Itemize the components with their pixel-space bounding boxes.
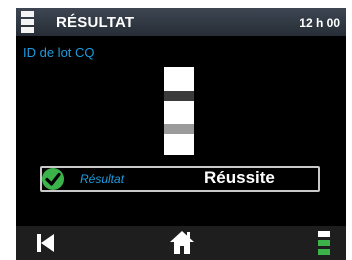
home-button[interactable] [162, 226, 202, 260]
header-bar: RÉSULTAT 12 h 00 [16, 8, 346, 36]
test-strip-icon [164, 67, 194, 155]
device-screen: RÉSULTAT 12 h 00 ID de lot CQ Résultat R… [16, 8, 346, 260]
control-line [164, 124, 194, 134]
home-icon [170, 231, 194, 254]
result-value: Réussite [204, 168, 275, 187]
menu-icon [21, 11, 34, 33]
back-icon [37, 234, 54, 252]
check-icon [42, 168, 64, 190]
clock: 12 h 00 [299, 16, 340, 30]
bottom-nav [16, 226, 346, 260]
result-label: Résultat [80, 172, 125, 186]
page-title: RÉSULTAT [56, 14, 135, 31]
lot-id-label: ID de lot CQ [23, 45, 95, 60]
options-menu-icon[interactable] [318, 226, 330, 260]
test-line [164, 91, 194, 101]
back-button[interactable] [26, 226, 66, 260]
